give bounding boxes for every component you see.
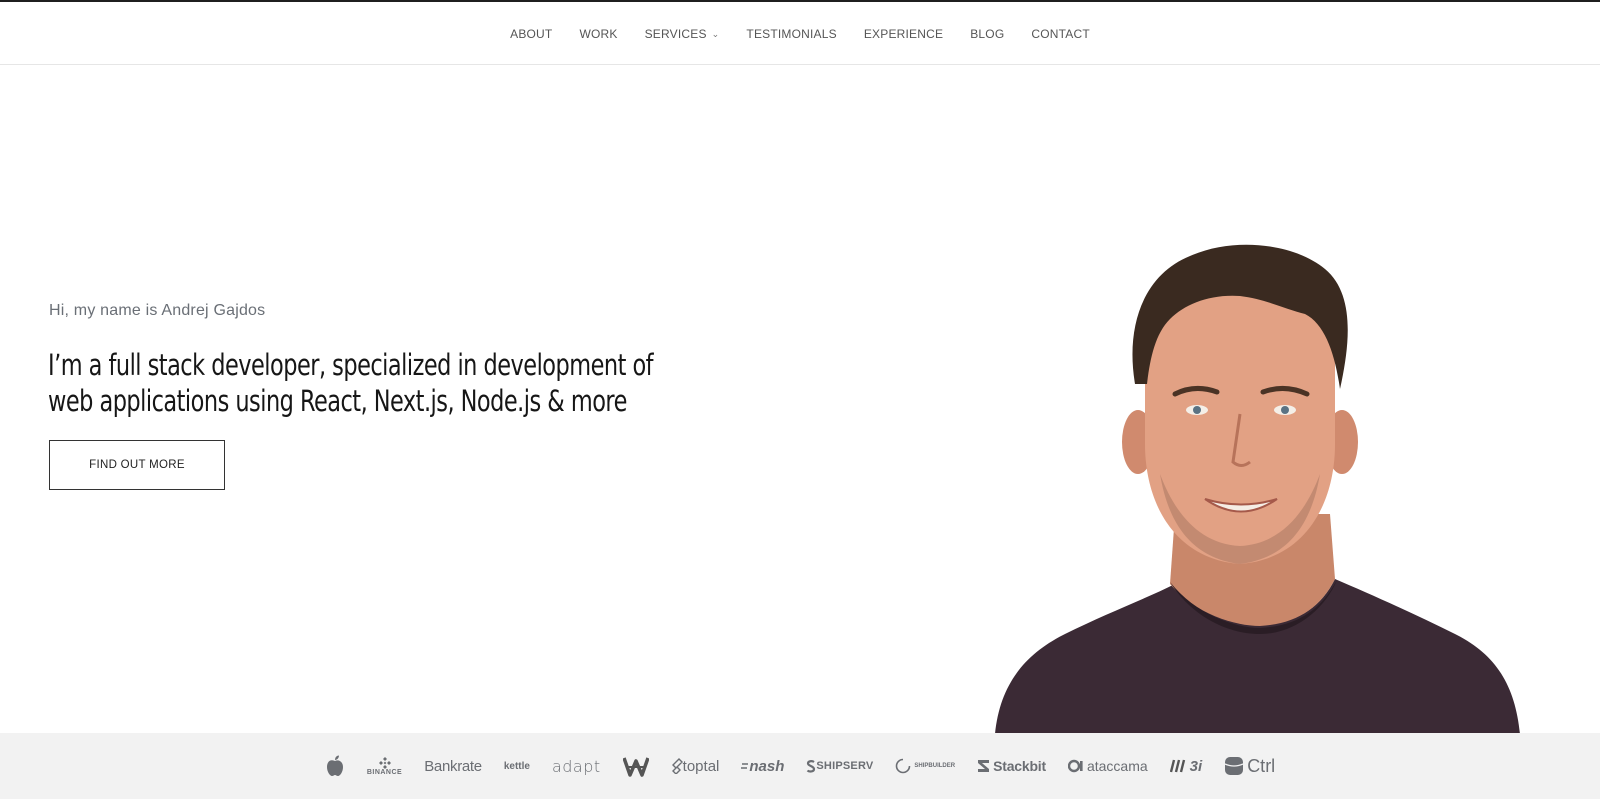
3i-logo: 3i <box>1169 757 1203 775</box>
binance-logo: BINANCE <box>366 756 403 776</box>
hero-section: Hi, my name is Andrej Gajdos I’m a full … <box>0 66 1600 799</box>
logo-text: Stackbit <box>993 758 1046 774</box>
nav-label: CONTACT <box>1031 26 1090 41</box>
logo-text: SHIPSERV <box>816 760 874 772</box>
toptal-logo: toptal <box>671 757 720 775</box>
toptal-icon <box>671 758 683 774</box>
nav-item-services[interactable]: SERVICES ⌄ <box>645 27 720 41</box>
logo-row: BINANCE Bankrate kettle adapt toptal nas… <box>0 733 1600 799</box>
logo-text: SHIPBUILDER <box>914 763 956 769</box>
nav-label: ABOUT <box>510 26 553 41</box>
hero-intro: Hi, my name is Andrej Gajdos <box>49 302 266 319</box>
wa-icon <box>622 757 649 777</box>
nav-item-contact[interactable]: CONTACT <box>1031 27 1090 41</box>
nav-item-experience[interactable]: EXPERIENCE <box>864 27 943 41</box>
logo-text: ataccama <box>1086 758 1148 774</box>
apple-icon <box>326 755 343 776</box>
logo-text: 3i <box>1189 757 1203 775</box>
find-out-more-button[interactable]: FIND OUT MORE <box>49 440 225 490</box>
stackbit-icon <box>978 760 990 772</box>
shipserv-logo: SHIPSERV <box>806 759 874 773</box>
ctrl-logo: Ctrl <box>1224 756 1275 777</box>
shipbuilder-logo: SHIPBUILDER <box>895 758 955 774</box>
bankrate-logo: Bankrate <box>424 757 482 775</box>
nav-label: EXPERIENCE <box>863 26 944 41</box>
stackbit-logo: Stackbit <box>977 758 1046 774</box>
ataccama-logo: ataccama <box>1067 758 1148 774</box>
logo-text: toptal <box>682 757 720 775</box>
nav-item-about[interactable]: ABOUT <box>510 27 552 41</box>
logo-text: BINANCE <box>366 768 403 776</box>
shipserv-icon <box>807 759 816 773</box>
nash-icon <box>741 763 749 769</box>
hero-headline: I’m a full stack developer, specialized … <box>48 348 654 418</box>
apple-logo <box>325 755 345 777</box>
nav-label: BLOG <box>970 26 1005 41</box>
nav-label: SERVICES <box>644 26 707 41</box>
nash-logo: nash <box>741 758 784 775</box>
wa-logo <box>622 755 649 777</box>
portrait-image <box>993 244 1530 799</box>
nav-list: ABOUT WORK SERVICES ⌄ TESTIMONIALS EXPERI… <box>0 2 1600 65</box>
page-bottom-spacer <box>0 799 1600 808</box>
kettle-logo: kettle <box>503 760 530 772</box>
binance-icon <box>378 756 391 769</box>
main-navigation: ABOUT WORK SERVICES ⌄ TESTIMONIALS EXPERI… <box>0 2 1600 65</box>
adapt-logo: adapt <box>551 756 601 776</box>
3i-icon <box>1169 759 1185 773</box>
nav-item-work[interactable]: WORK <box>579 27 617 41</box>
logo-text: nash <box>749 757 785 775</box>
shipbuilder-icon <box>896 758 912 774</box>
nav-label: TESTIMONIALS <box>746 26 837 41</box>
ataccama-icon <box>1067 759 1083 773</box>
ctrl-icon <box>1224 757 1244 775</box>
nav-item-blog[interactable]: BLOG <box>970 27 1004 41</box>
nav-label: WORK <box>579 26 618 41</box>
nav-item-testimonials[interactable]: TESTIMONIALS <box>746 27 836 41</box>
client-logos-band: BINANCE Bankrate kettle adapt toptal nas… <box>0 733 1600 799</box>
chevron-down-icon: ⌄ <box>711 29 720 39</box>
logo-text: Ctrl <box>1247 755 1276 776</box>
